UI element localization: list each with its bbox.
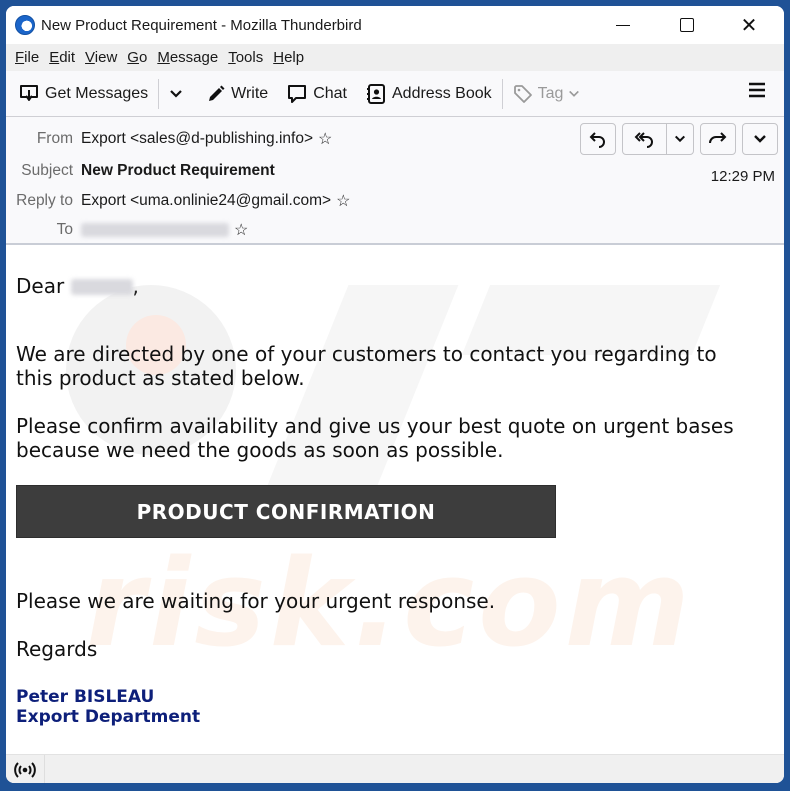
greeting: Dear , [16,274,139,298]
chevron-down-icon [170,89,182,98]
address-book-icon [367,83,385,104]
chevron-down-icon [569,90,580,97]
online-status-button[interactable] [6,755,45,783]
menu-go[interactable]: Go [127,49,147,66]
write-button[interactable]: Write [200,78,274,110]
title-bar: New Product Requirement - Mozilla Thunde… [6,6,784,44]
maximize-button[interactable] [660,6,714,44]
from-label: From [36,130,73,147]
regards: Regards [16,637,98,661]
reply-all-button[interactable] [622,123,694,155]
chat-icon [288,84,307,103]
watermark-shape [263,285,459,495]
toolbar-separator [158,78,160,109]
reply-to-value[interactable]: Export <uma.onlinie24@gmail.com> [81,192,331,210]
main-toolbar: Get Messages Write Chat Address Book Tag [6,71,784,117]
pencil-icon [209,85,225,101]
menu-message[interactable]: Message [157,49,218,66]
menu-bar: File Edit View Go Message Tools Help [6,44,784,71]
to-label: To [56,221,73,238]
reply-icon [589,132,605,148]
tag-button[interactable]: Tag [507,78,592,110]
get-messages-dropdown[interactable] [163,78,194,110]
online-status-icon [14,761,36,778]
product-confirmation-button[interactable]: PRODUCT CONFIRMATION [16,485,556,538]
forward-icon [709,132,727,144]
write-label: Write [231,84,269,102]
chat-button[interactable]: Chat [280,78,353,110]
menu-edit[interactable]: Edit [49,49,75,66]
chevron-down-icon [754,135,766,143]
maximize-icon [680,18,694,32]
signature-name: Peter BISLEAU [16,687,155,707]
to-row: To ☆ [6,218,249,242]
hamburger-menu-icon [749,82,765,98]
star-icon[interactable]: ☆ [318,129,332,149]
get-messages-button[interactable]: Get Messages [12,78,154,110]
paragraph-2: Please confirm availability and give us … [16,414,734,462]
reply-to-row: Reply to Export <uma.onlinie24@gmail.com… [6,189,350,213]
from-value[interactable]: Export <sales@d-publishing.info> [81,130,313,148]
reply-to-label: Reply to [16,192,73,209]
minimize-button[interactable] [596,6,650,44]
recipient-name-redacted [70,279,133,295]
star-icon[interactable]: ☆ [234,220,248,240]
forward-button[interactable] [700,123,736,155]
paragraph-3: Please we are waiting for your urgent re… [16,589,496,613]
header-actions [574,123,778,155]
window-title: New Product Requirement - Mozilla Thunde… [41,16,362,34]
menu-tools[interactable]: Tools [228,49,263,66]
thunderbird-logo-icon [15,15,35,35]
message-header: From Export <sales@d-publishing.info> ☆ … [6,117,784,245]
from-row: From Export <sales@d-publishing.info> ☆ [6,127,333,151]
get-messages-icon [20,84,38,101]
toolbar-separator [501,78,503,109]
tag-label: Tag [537,84,564,102]
menu-help[interactable]: Help [273,49,304,66]
menu-file[interactable]: File [15,49,39,66]
close-button[interactable]: ✕ [722,6,776,44]
minimize-icon [616,24,630,26]
message-time: 12:29 PM [710,168,775,185]
more-actions-button[interactable] [742,123,778,155]
app-menu-button[interactable] [748,81,766,104]
message-body: risk.com Dear , We are directed by one o… [6,245,784,754]
subject-value: New Product Requirement [81,162,275,179]
subject-label: Subject [21,162,73,179]
chat-label: Chat [313,84,347,102]
chevron-down-icon [674,135,686,143]
thunderbird-window: New Product Requirement - Mozilla Thunde… [6,6,784,783]
signature: Peter BISLEAU Export Department [16,687,200,727]
get-messages-label: Get Messages [45,84,149,102]
close-icon: ✕ [740,13,758,37]
address-book-button[interactable]: Address Book [359,78,498,110]
reply-button[interactable] [580,123,616,155]
tag-icon [513,84,532,103]
reply-all-icon [623,124,666,154]
to-value-redacted[interactable] [81,223,229,237]
paragraph-1: We are directed by one of your customers… [16,342,717,390]
menu-view[interactable]: View [85,49,117,66]
reply-all-dropdown[interactable] [666,124,693,154]
signature-department: Export Department [16,707,201,727]
subject-row: Subject New Product Requirement [6,159,275,183]
status-bar [6,754,784,783]
address-book-label: Address Book [392,84,492,102]
star-icon[interactable]: ☆ [336,191,350,211]
